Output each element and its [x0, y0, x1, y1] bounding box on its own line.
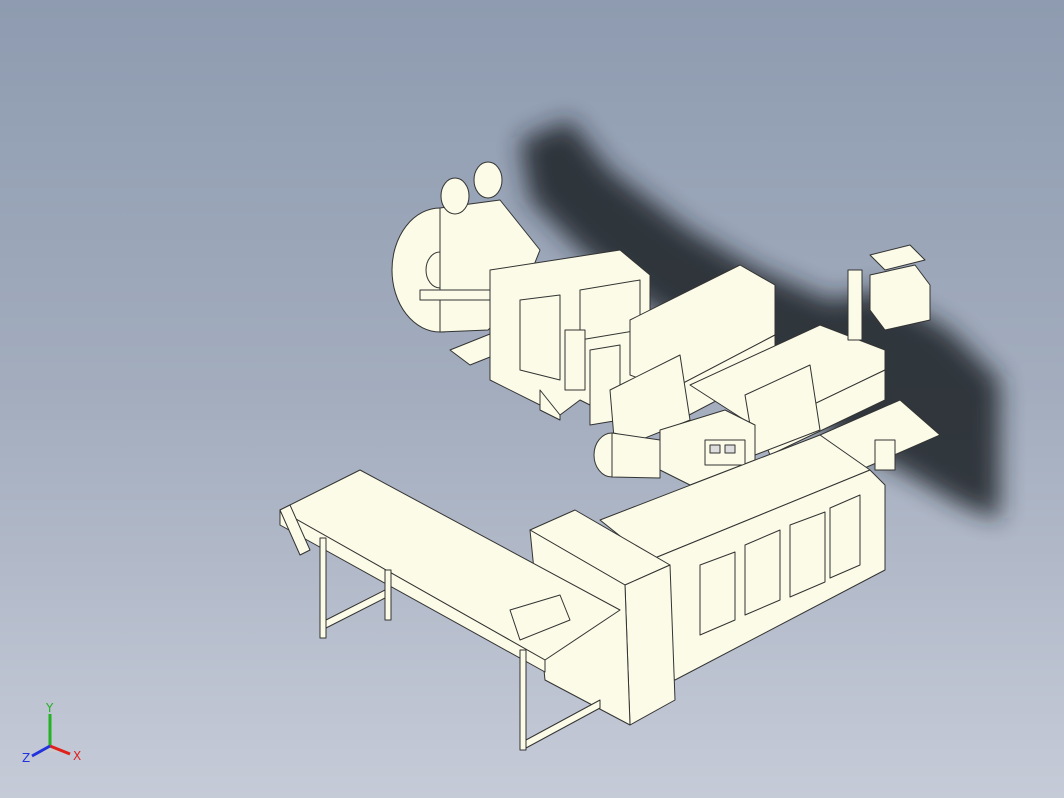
packaging-machine-model[interactable]	[0, 0, 1064, 798]
cad-viewport[interactable]: Y X Z	[0, 0, 1064, 798]
x-axis-label: X	[73, 749, 81, 763]
infeed-conveyor[interactable]	[279, 469, 621, 751]
axis-triad: Y X Z	[22, 701, 81, 765]
z-axis-label: Z	[22, 751, 30, 765]
y-axis-label: Y	[45, 701, 54, 715]
drive-motor[interactable]	[593, 432, 661, 479]
